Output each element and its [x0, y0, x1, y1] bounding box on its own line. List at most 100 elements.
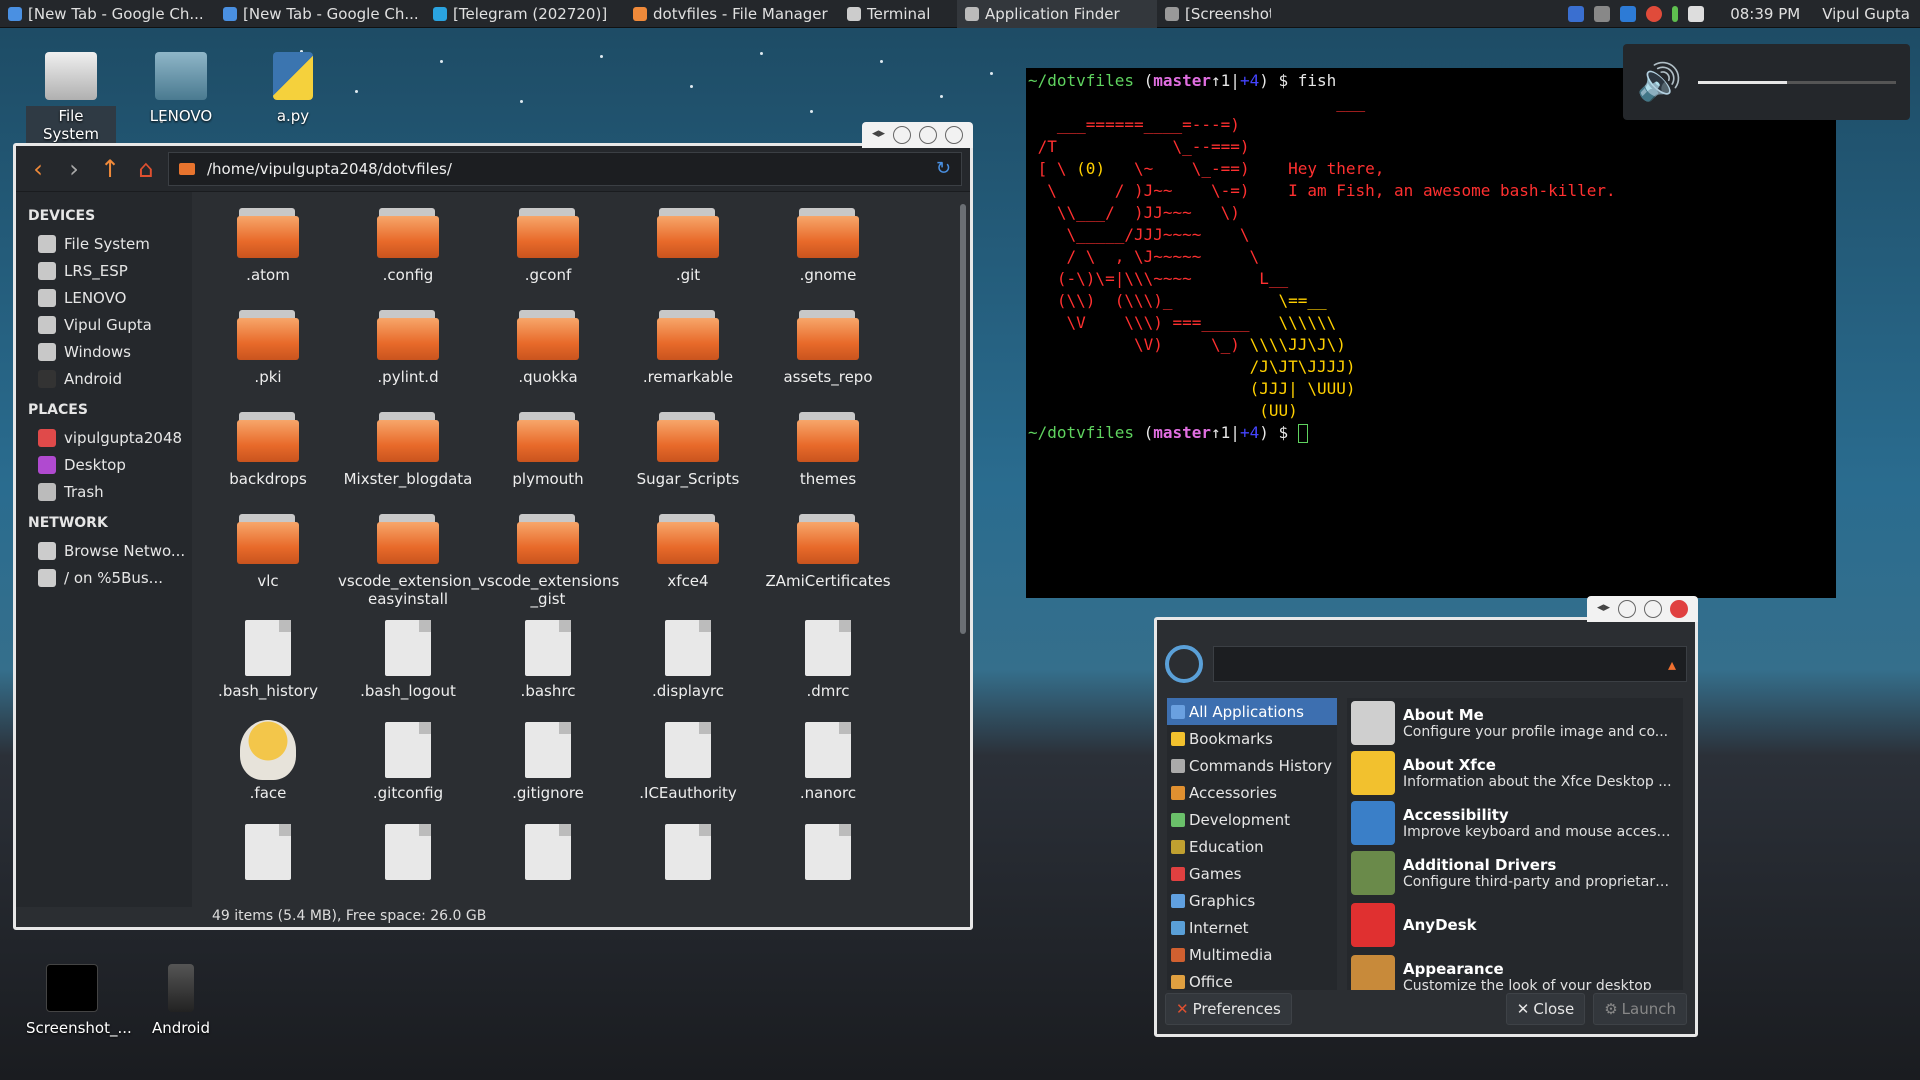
file-item[interactable]: .remarkable	[618, 300, 758, 386]
taskbar-button[interactable]: Application Finder	[957, 0, 1157, 28]
sidebar-item[interactable]: LENOVO	[16, 284, 192, 311]
location-bar[interactable]: /home/vipulgupta2048/dotvfiles/ ↻	[168, 151, 962, 186]
wifi-icon[interactable]	[1594, 5, 1611, 22]
sidebar-item[interactable]: Trash	[16, 478, 192, 505]
file-item[interactable]: .config	[338, 198, 478, 284]
app-item[interactable]: About Xfce Information about the Xfce Des…	[1347, 748, 1683, 798]
window-menu-button[interactable]: ◂▸	[1597, 600, 1610, 618]
user-name[interactable]: Vipul Gupta	[1822, 5, 1910, 23]
maximize-button[interactable]	[1644, 600, 1662, 618]
taskbar-button[interactable]: Terminal	[839, 0, 957, 28]
desktop-icon-a-py[interactable]: a.py	[248, 52, 338, 126]
volume-icon[interactable]	[1688, 5, 1705, 22]
taskbar-button[interactable]: [New Tab - Google Ch...	[0, 0, 215, 28]
sidebar-item[interactable]: Android	[16, 365, 192, 392]
file-item[interactable]: Mixster_blogdata	[338, 402, 478, 488]
sidebar-item[interactable]: / on %5Bus...	[16, 564, 192, 591]
desktop-icon-screenshot[interactable]: Screenshot_...	[22, 964, 132, 1038]
file-item[interactable]: .dmrc	[758, 612, 898, 700]
r-app-icon[interactable]	[1620, 5, 1637, 22]
file-item[interactable]	[478, 816, 618, 886]
file-item[interactable]	[758, 816, 898, 886]
file-item[interactable]: vscode_extensions _gist	[478, 504, 619, 608]
sidebar-item[interactable]: LRS_ESP	[16, 257, 192, 284]
back-icon[interactable]: ‹	[24, 155, 52, 183]
maximize-button[interactable]	[919, 126, 937, 144]
terminal-window[interactable]: ~/dotvfiles (master↑1|+4) $ fish ___ ___…	[1026, 68, 1836, 598]
file-item[interactable]: Sugar_Scripts	[618, 402, 758, 488]
app-item[interactable]: About Me Configure your profile image and…	[1347, 698, 1683, 748]
home-icon[interactable]: ⌂	[132, 155, 160, 183]
file-item[interactable]: assets_repo	[758, 300, 898, 386]
chevron-up-icon[interactable]: ▴	[1668, 655, 1676, 674]
file-item[interactable]: .nanorc	[758, 714, 898, 802]
file-item[interactable]: .gitignore	[478, 714, 618, 802]
sidebar-item[interactable]: Vipul Gupta	[16, 311, 192, 338]
up-arrow-icon[interactable]: ↑	[96, 155, 124, 183]
category-item[interactable]: Bookmarks	[1167, 725, 1337, 752]
category-item[interactable]: Accessories	[1167, 779, 1337, 806]
desktop-icon-file-system[interactable]: File System	[26, 52, 116, 144]
category-item[interactable]: All Applications	[1167, 698, 1337, 725]
file-item[interactable]: xfce4	[618, 504, 758, 590]
file-item[interactable]: .pylint.d	[338, 300, 478, 386]
taskbar-button[interactable]: [Telegram (202720)]	[425, 0, 625, 28]
file-item[interactable]: .ICEauthority	[618, 714, 758, 802]
app-item[interactable]: Appearance Customize the look of your des…	[1347, 952, 1683, 990]
file-item[interactable]: .gnome	[758, 198, 898, 284]
category-item[interactable]: Education	[1167, 833, 1337, 860]
file-item[interactable]: vlc	[198, 504, 338, 590]
desktop-icon-lenovo[interactable]: LENOVO	[136, 52, 226, 126]
category-item[interactable]: Commands History	[1167, 752, 1337, 779]
file-item[interactable]: .bash_history	[198, 612, 338, 700]
taskbar-button[interactable]: dotvfiles - File Manager	[625, 0, 839, 28]
file-item[interactable]: .git	[618, 198, 758, 284]
file-item[interactable]: .gitconfig	[338, 714, 478, 802]
app-item[interactable]: Additional Drivers Configure third-party …	[1347, 848, 1683, 898]
launch-button[interactable]: ⚙ Launch	[1593, 993, 1687, 1025]
preferences-button[interactable]: ✕ Preferences	[1165, 993, 1292, 1025]
file-item[interactable]: .atom	[198, 198, 338, 284]
sidebar-item[interactable]: Windows	[16, 338, 192, 365]
close-button[interactable]	[945, 126, 963, 144]
category-item[interactable]: Games	[1167, 860, 1337, 887]
file-item[interactable]: .gconf	[478, 198, 618, 284]
file-item[interactable]: .quokka	[478, 300, 618, 386]
file-item[interactable]: .face	[198, 714, 338, 802]
sidebar-item[interactable]: Desktop	[16, 451, 192, 478]
file-item[interactable]: vscode_extension_ easyinstall	[338, 504, 479, 608]
file-item[interactable]: .bash_logout	[338, 612, 478, 700]
file-item[interactable]	[338, 816, 478, 886]
taskbar-button[interactable]: [New Tab - Google Ch...	[215, 0, 425, 28]
file-item[interactable]	[618, 816, 758, 886]
file-item[interactable]: plymouth	[478, 402, 618, 488]
forward-icon[interactable]: ›	[60, 155, 88, 183]
category-item[interactable]: Multimedia	[1167, 941, 1337, 968]
category-item[interactable]: Graphics	[1167, 887, 1337, 914]
reload-icon[interactable]: ↻	[936, 158, 951, 179]
app-search-input[interactable]: ▴	[1213, 646, 1687, 682]
app-item[interactable]: Accessibility Improve keyboard and mouse …	[1347, 798, 1683, 848]
sidebar-item[interactable]: File System	[16, 230, 192, 257]
clock[interactable]: 08:39 PM	[1730, 5, 1800, 23]
close-button[interactable]	[1670, 600, 1688, 618]
battery-icon[interactable]	[1672, 5, 1679, 22]
taskbar-button[interactable]: [Screenshot]	[1157, 0, 1271, 28]
bluetooth-icon[interactable]	[1568, 5, 1585, 22]
file-item[interactable]: .bashrc	[478, 612, 618, 700]
close-dialog-button[interactable]: ✕ Close	[1505, 993, 1586, 1025]
file-item[interactable]: .displayrc	[618, 612, 758, 700]
minimize-button[interactable]	[893, 126, 911, 144]
sidebar-item[interactable]: Browse Netwo...	[16, 537, 192, 564]
chrome-icon[interactable]	[1646, 5, 1663, 22]
file-grid-scrollbar[interactable]	[960, 204, 966, 634]
file-item[interactable]	[198, 816, 338, 886]
file-item[interactable]: ZAmiCertificates	[758, 504, 898, 590]
category-item[interactable]: Office	[1167, 968, 1337, 990]
desktop-icon-android[interactable]: Android	[136, 964, 226, 1038]
sidebar-item[interactable]: vipulgupta2048	[16, 424, 192, 451]
file-item[interactable]: themes	[758, 402, 898, 488]
window-menu-button[interactable]: ◂▸	[872, 126, 885, 144]
file-item[interactable]: .pki	[198, 300, 338, 386]
category-item[interactable]: Development	[1167, 806, 1337, 833]
